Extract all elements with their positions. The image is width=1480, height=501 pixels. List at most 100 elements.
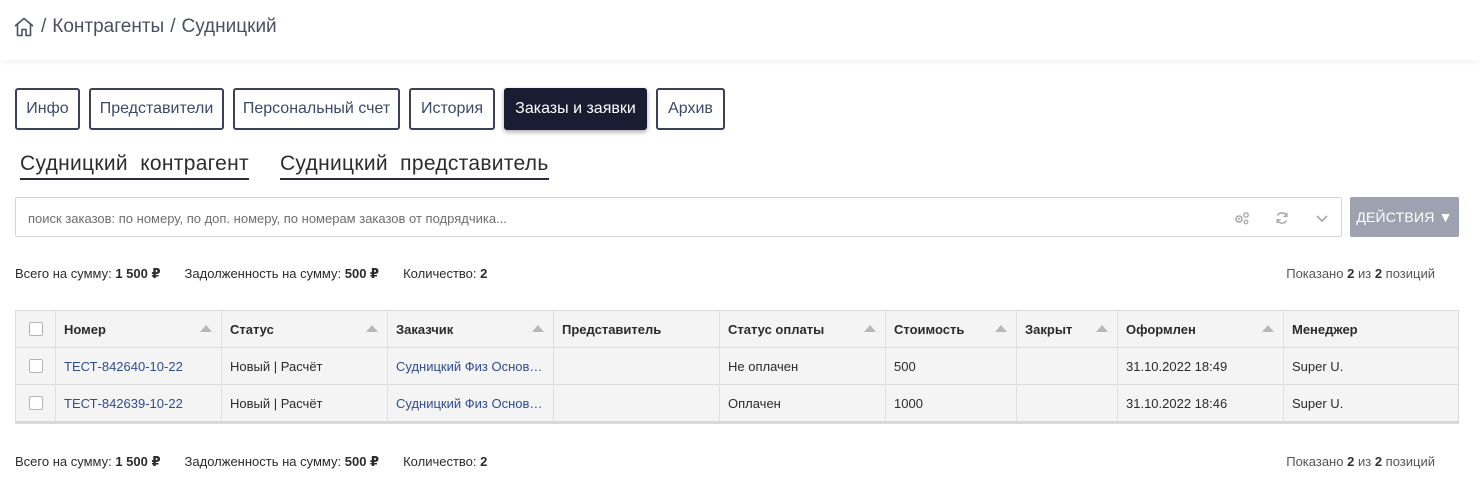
row-select-cell bbox=[16, 385, 56, 421]
shown-total: 2 bbox=[1374, 454, 1383, 469]
refresh-icon[interactable] bbox=[1273, 209, 1291, 227]
table-row[interactable]: ТЕСТ-842639-10-22 Новый | Расчёт Судницк… bbox=[16, 385, 1458, 423]
sort-arrow-icon[interactable] bbox=[200, 325, 212, 332]
tab-archive[interactable]: Архив bbox=[656, 88, 725, 130]
sort-arrow-icon[interactable] bbox=[995, 325, 1007, 332]
count-label: Количество: bbox=[403, 454, 477, 469]
cell-created: 31.10.2022 18:46 bbox=[1118, 385, 1284, 421]
home-icon[interactable] bbox=[13, 17, 35, 37]
debt-value: 500 ₽ bbox=[344, 454, 380, 469]
representative-link[interactable]: Судницкий представитель bbox=[279, 152, 549, 180]
shown-prefix: Показано bbox=[1286, 266, 1344, 281]
order-number-link[interactable]: ТЕСТ-842640-10-22 bbox=[64, 359, 183, 374]
debt-value: 500 ₽ bbox=[344, 266, 380, 281]
sort-arrow-icon[interactable] bbox=[1262, 325, 1274, 332]
cell-payment-status: Оплачен bbox=[720, 385, 886, 421]
tab-history[interactable]: История bbox=[409, 88, 495, 130]
breadcrumb-separator: / bbox=[170, 16, 176, 37]
table-row[interactable]: ТЕСТ-842640-10-22 Новый | Расчёт Судницк… bbox=[16, 348, 1458, 385]
column-header-created[interactable]: Оформлен bbox=[1118, 311, 1284, 347]
sort-arrow-icon[interactable] bbox=[532, 325, 544, 332]
top-bar: / Контрагенты / Судницкий bbox=[0, 0, 1480, 60]
cell-representative bbox=[554, 348, 720, 384]
summary-top: Всего на сумму: 1 500 ₽ Задолженность на… bbox=[15, 266, 511, 282]
cell-representative bbox=[554, 385, 720, 421]
customer-link[interactable]: Судницкий Физ Основной bbox=[396, 396, 543, 411]
orders-table: Номер Статус Заказчик Представитель Стат… bbox=[15, 310, 1459, 424]
tab-orders[interactable]: Заказы и заявки bbox=[504, 88, 647, 130]
tab-representatives[interactable]: Представители bbox=[89, 88, 224, 130]
column-label: Статус оплаты bbox=[728, 321, 825, 337]
count-label: Количество: bbox=[403, 266, 477, 281]
shown-mid: из bbox=[1357, 454, 1372, 469]
row-select-cell bbox=[16, 348, 56, 384]
column-header-closed[interactable]: Закрыт bbox=[1017, 311, 1118, 347]
select-all-checkbox[interactable] bbox=[29, 322, 43, 336]
breadcrumb-current: Судницкий bbox=[181, 16, 277, 37]
customer-link[interactable]: Судницкий Физ Основной bbox=[396, 359, 543, 374]
tab-personal-account[interactable]: Персональный счет bbox=[233, 88, 400, 130]
entity-links: Судницкий контрагент Судницкий представи… bbox=[20, 152, 580, 180]
column-header-payment-status[interactable]: Статус оплаты bbox=[720, 311, 886, 347]
cell-status: Новый | Расчёт bbox=[222, 348, 388, 384]
column-label: Номер bbox=[64, 321, 106, 337]
total-value: 1 500 ₽ bbox=[115, 266, 161, 281]
shown-count-top: Показано 2 из 2 позиций bbox=[1286, 266, 1435, 281]
shown-suffix: позиций bbox=[1385, 266, 1435, 281]
column-label: Заказчик bbox=[396, 321, 454, 337]
column-header-manager[interactable]: Менеджер bbox=[1284, 311, 1458, 347]
breadcrumb: / Контрагенты / Судницкий bbox=[13, 16, 277, 38]
cell-payment-status: Не оплачен bbox=[720, 348, 886, 384]
tab-info[interactable]: Инфо bbox=[15, 88, 80, 130]
tab-bar: Инфо Представители Персональный счет Ист… bbox=[15, 88, 734, 130]
total-value: 1 500 ₽ bbox=[115, 454, 161, 469]
column-label: Статус bbox=[230, 321, 274, 337]
count-value: 2 bbox=[480, 454, 488, 469]
contractor-link[interactable]: Судницкий контрагент bbox=[20, 152, 249, 180]
column-header-cost[interactable]: Стоимость bbox=[886, 311, 1017, 347]
breadcrumb-separator: / bbox=[41, 16, 47, 37]
summary-bottom: Всего на сумму: 1 500 ₽ Задолженность на… bbox=[15, 454, 511, 470]
actions-button[interactable]: ДЕЙСТВИЯ ▼ bbox=[1350, 197, 1459, 237]
cell-manager: Super U. bbox=[1292, 395, 1344, 411]
debt-label: Задолженность на сумму: bbox=[184, 454, 342, 469]
column-label: Закрыт bbox=[1025, 321, 1073, 337]
row-checkbox[interactable] bbox=[29, 396, 43, 410]
column-label: Менеджер bbox=[1292, 321, 1358, 337]
search-bar bbox=[15, 197, 1342, 237]
chevron-down-icon[interactable] bbox=[1313, 209, 1331, 227]
sort-arrow-icon[interactable] bbox=[366, 325, 378, 332]
breadcrumb-contractors[interactable]: Контрагенты bbox=[52, 16, 164, 38]
total-label: Всего на сумму: bbox=[15, 266, 112, 281]
cell-cost: 1000 bbox=[886, 385, 1017, 421]
column-label: Стоимость bbox=[894, 321, 965, 337]
cell-cost: 500 bbox=[886, 348, 1017, 384]
shown-count: 2 bbox=[1347, 266, 1355, 281]
shown-count-bottom: Показано 2 из 2 позиций bbox=[1286, 454, 1435, 469]
shown-mid: из bbox=[1357, 266, 1372, 281]
count-value: 2 bbox=[480, 266, 488, 281]
column-header-representative[interactable]: Представитель bbox=[554, 311, 720, 347]
row-checkbox[interactable] bbox=[29, 359, 43, 373]
table-header: Номер Статус Заказчик Представитель Стат… bbox=[16, 311, 1458, 348]
column-header-status[interactable]: Статус bbox=[222, 311, 388, 347]
cell-manager: Super U. bbox=[1292, 358, 1344, 374]
filter-settings-icon[interactable] bbox=[1233, 209, 1251, 227]
shown-total: 2 bbox=[1374, 266, 1383, 281]
shown-count: 2 bbox=[1347, 454, 1355, 469]
cell-created: 31.10.2022 18:49 bbox=[1118, 348, 1284, 384]
debt-label: Задолженность на сумму: bbox=[184, 266, 342, 281]
sort-arrow-icon[interactable] bbox=[1096, 325, 1108, 332]
cell-customer: Судницкий Физ Основной bbox=[388, 348, 554, 384]
order-number-link[interactable]: ТЕСТ-842639-10-22 bbox=[64, 396, 183, 411]
shown-prefix: Показано bbox=[1286, 454, 1344, 469]
cell-number: ТЕСТ-842640-10-22 bbox=[56, 348, 222, 384]
cell-number: ТЕСТ-842639-10-22 bbox=[56, 385, 222, 421]
cell-closed bbox=[1017, 385, 1118, 421]
column-header-number[interactable]: Номер bbox=[56, 311, 222, 347]
search-input[interactable] bbox=[28, 208, 1208, 228]
column-header-customer[interactable]: Заказчик bbox=[388, 311, 554, 347]
cell-status: Новый | Расчёт bbox=[222, 385, 388, 421]
sort-arrow-icon[interactable] bbox=[864, 325, 876, 332]
column-label: Оформлен bbox=[1126, 321, 1196, 337]
